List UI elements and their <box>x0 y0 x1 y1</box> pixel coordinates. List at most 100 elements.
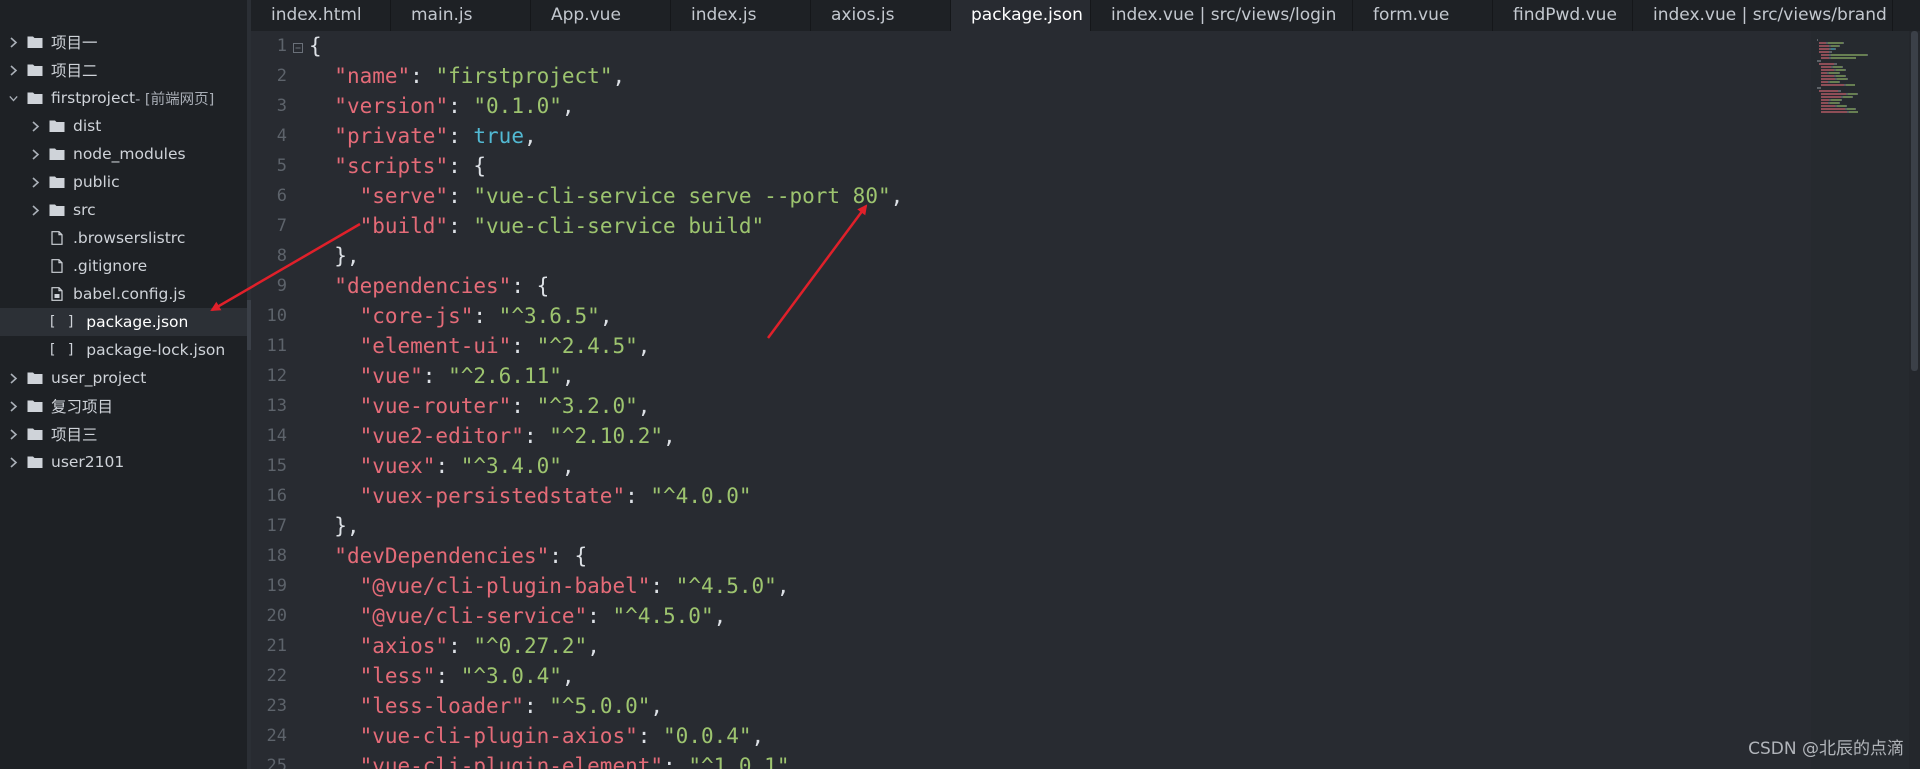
tab-7[interactable]: form.vue <box>1353 0 1493 31</box>
minimap-token <box>1841 99 1842 101</box>
chevron-right-icon[interactable] <box>28 175 42 189</box>
code-line: }, <box>309 511 360 541</box>
code-token: : <box>637 724 664 748</box>
tree-item-3[interactable]: dist <box>0 112 247 140</box>
code-line: "build": "vue-cli-service build" <box>309 211 765 241</box>
tab-3[interactable]: index.js <box>671 0 811 31</box>
editor-scrollbar-thumb[interactable] <box>1911 31 1918 371</box>
code-token: "^3.0.4" <box>460 664 562 688</box>
code-token: , <box>637 394 651 418</box>
minimap-token <box>1845 69 1846 71</box>
minimap-token <box>1821 54 1829 56</box>
tree-item-2[interactable]: firstproject - [前端网页] <box>0 84 247 112</box>
code-token: "vue-cli-plugin-axios" <box>359 724 638 748</box>
chevron-down-icon[interactable] <box>6 91 20 105</box>
code-token: : <box>473 304 499 328</box>
watermark: CSDN @北辰的点滴 <box>1748 739 1904 759</box>
code-line: "name": "firstproject", <box>309 61 625 91</box>
minimap-token <box>1819 45 1829 47</box>
code-line: "vue2-editor": "^2.10.2", <box>309 421 676 451</box>
tree-item-label: .browserslistrc <box>73 229 186 247</box>
chevron-right-icon[interactable] <box>28 147 42 161</box>
chevron-right-icon[interactable] <box>6 35 20 49</box>
minimap-token <box>1830 102 1839 104</box>
tree-item-15[interactable]: user2101 <box>0 448 247 476</box>
code-token: { <box>309 34 322 58</box>
tree-item-7[interactable]: .browserslistrc <box>0 224 247 252</box>
minimap-token <box>1843 96 1852 98</box>
code-editor[interactable]: 1 2 3 4 5 6 7 8 9 10 11 12 13 14 15 16 17 18 19 20 21 22 23 24 2… <box>251 31 1811 769</box>
folder-icon <box>26 371 43 386</box>
line-number: 19 <box>266 576 287 596</box>
code-token: }, <box>309 244 360 268</box>
code-token: , <box>561 664 575 688</box>
tab-8[interactable]: findPwd.vue <box>1493 0 1633 31</box>
code-token: "^4.5.0" <box>675 574 777 598</box>
fold-toggle-icon[interactable] <box>293 43 303 53</box>
minimap-token <box>1829 72 1839 74</box>
minimap-token <box>1817 60 1821 62</box>
line-number: 8 <box>276 246 287 266</box>
tab-4[interactable]: axios.js <box>811 0 951 31</box>
tree-item-8[interactable]: .gitignore <box>0 252 247 280</box>
code-token: }, <box>309 514 360 538</box>
tab-2[interactable]: App.vue <box>531 0 671 31</box>
code-token: "version" <box>334 94 449 118</box>
tree-item-13[interactable]: 复习项目 <box>0 392 247 420</box>
tree-item-12[interactable]: user_project <box>0 364 247 392</box>
chevron-right-icon[interactable] <box>6 371 20 385</box>
tree-item-11[interactable]: [ ] package-lock.json <box>0 336 247 364</box>
minimap-token <box>1831 99 1841 101</box>
chevron-right-icon[interactable] <box>28 119 42 133</box>
tree-item-4[interactable]: node_modules <box>0 140 247 168</box>
minimap-token <box>1839 81 1840 83</box>
tree-item-label: src <box>73 201 96 219</box>
code-line: "axios": "^0.27.2", <box>309 631 600 661</box>
code-token: "^4.0.0" <box>650 484 752 508</box>
minimap-token <box>1821 66 1831 68</box>
editor-scrollbar[interactable] <box>1909 31 1920 769</box>
minimap-token <box>1819 42 1826 44</box>
code-token: : { <box>549 544 588 568</box>
code-token: , <box>587 634 600 658</box>
minimap-token <box>1819 90 1838 92</box>
chevron-right-icon[interactable] <box>6 63 20 77</box>
minimap-token <box>1837 105 1846 107</box>
minimap-token <box>1821 108 1845 110</box>
minimap-token <box>1831 54 1867 56</box>
tree-item-5[interactable]: public <box>0 168 247 196</box>
tree-item-label: 项目一 <box>51 34 98 52</box>
tab-0[interactable]: index.html <box>251 0 391 31</box>
tree-item-label: node_modules <box>73 145 186 163</box>
chevron-right-icon[interactable] <box>6 427 20 441</box>
tree-item-14[interactable]: 项目三 <box>0 420 247 448</box>
code-token: , <box>776 574 790 598</box>
code-minimap[interactable] <box>1811 31 1909 769</box>
folder-icon <box>26 399 43 414</box>
code-token: "vue-cli-service build" <box>473 214 765 238</box>
tree-item-6[interactable]: src <box>0 196 247 224</box>
tree-item-1[interactable]: 项目二 <box>0 56 247 84</box>
chevron-right-icon[interactable] <box>28 203 42 217</box>
tree-item-9[interactable]: babel.config.js <box>0 280 247 308</box>
code-token: , <box>561 94 575 118</box>
tab-9[interactable]: index.vue | src/views/brand <box>1633 0 1893 31</box>
tab-1[interactable]: main.js <box>391 0 531 31</box>
chevron-right-icon[interactable] <box>6 399 20 413</box>
line-number: 11 <box>266 336 287 356</box>
tree-item-0[interactable]: 项目一 <box>0 28 247 56</box>
chevron-right-icon[interactable] <box>6 455 20 469</box>
code-line: "vuex-persistedstate": "^4.0.0" <box>309 481 752 511</box>
line-number: 18 <box>266 546 287 566</box>
minimap-token <box>1835 48 1836 50</box>
tab-6[interactable]: index.vue | src/views/login <box>1091 0 1353 31</box>
tree-item-10[interactable]: [ ] package.json <box>0 308 247 336</box>
json-file-icon: [ ] <box>48 342 77 358</box>
tab-5[interactable]: package.json <box>951 0 1091 31</box>
